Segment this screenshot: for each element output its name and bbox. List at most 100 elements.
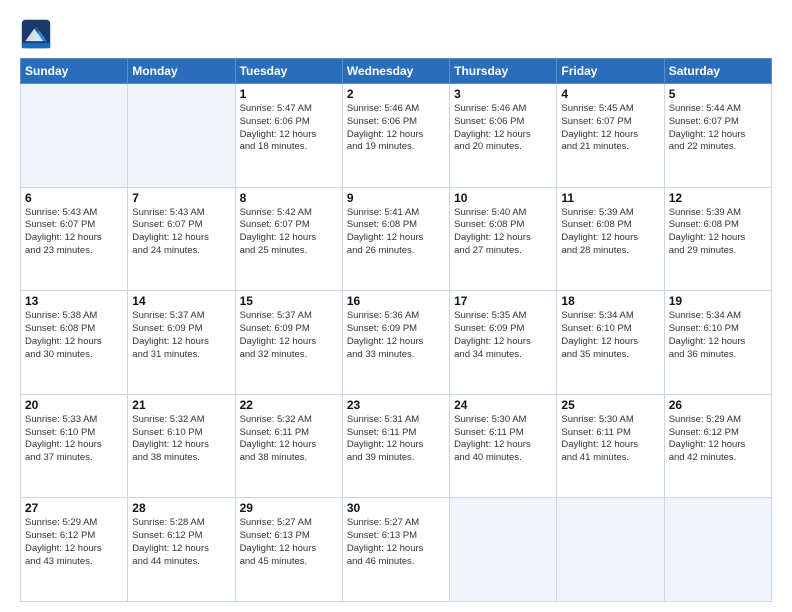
day-number: 1	[240, 87, 338, 101]
calendar-cell: 18 Sunrise: 5:34 AMSunset: 6:10 PMDayligh…	[557, 291, 664, 395]
cell-info: Sunrise: 5:43 AMSunset: 6:07 PMDaylight:…	[132, 207, 230, 258]
cell-info: Sunrise: 5:47 AMSunset: 6:06 PMDaylight:…	[240, 103, 338, 154]
day-number: 30	[347, 501, 445, 515]
calendar-cell: 21Sunrise: 5:32 AMSunset: 6:10 PMDayligh…	[128, 394, 235, 498]
day-number: 22	[240, 398, 338, 412]
week-row-2: 6 Sunrise: 5:43 AMSunset: 6:07 PMDaylight…	[21, 187, 772, 291]
calendar-cell: 4 Sunrise: 5:45 AMSunset: 6:07 PMDaylight…	[557, 84, 664, 188]
cell-info: Sunrise: 5:34 AMSunset: 6:10 PMDaylight:…	[561, 310, 659, 361]
calendar-cell: 17 Sunrise: 5:35 AMSunset: 6:09 PMDayligh…	[450, 291, 557, 395]
day-number: 11	[561, 191, 659, 205]
day-number: 5	[669, 87, 767, 101]
calendar-cell: 7 Sunrise: 5:43 AMSunset: 6:07 PMDaylight…	[128, 187, 235, 291]
cell-info: Sunrise: 5:38 AMSunset: 6:08 PMDaylight:…	[25, 310, 123, 361]
header	[20, 18, 772, 50]
cell-info: Sunrise: 5:43 AMSunset: 6:07 PMDaylight:…	[25, 207, 123, 258]
cell-info: Sunrise: 5:37 AMSunset: 6:09 PMDaylight:…	[132, 310, 230, 361]
day-number: 12	[669, 191, 767, 205]
calendar-cell: 2 Sunrise: 5:46 AMSunset: 6:06 PMDaylight…	[342, 84, 449, 188]
day-number: 28	[132, 501, 230, 515]
week-row-4: 20 Sunrise: 5:33 AMSunset: 6:10 PMDayligh…	[21, 394, 772, 498]
week-row-5: 27 Sunrise: 5:29 AMSunset: 6:12 PMDayligh…	[21, 498, 772, 602]
cell-info: Sunrise: 5:45 AMSunset: 6:07 PMDaylight:…	[561, 103, 659, 154]
day-number: 14	[132, 294, 230, 308]
cell-info: Sunrise: 5:32 AMSunset: 6:11 PMDaylight:…	[240, 414, 338, 465]
day-number: 17	[454, 294, 552, 308]
calendar-cell: 9 Sunrise: 5:41 AMSunset: 6:08 PMDaylight…	[342, 187, 449, 291]
calendar-cell: 28 Sunrise: 5:28 AMSunset: 6:12 PMDayligh…	[128, 498, 235, 602]
cell-info: Sunrise: 5:41 AMSunset: 6:08 PMDaylight:…	[347, 207, 445, 258]
logo	[20, 18, 56, 50]
day-number: 18	[561, 294, 659, 308]
day-number: 25	[561, 398, 659, 412]
day-number: 16	[347, 294, 445, 308]
cell-info: Sunrise: 5:29 AMSunset: 6:12 PMDaylight:…	[669, 414, 767, 465]
weekday-tuesday: Tuesday	[235, 59, 342, 84]
cell-info: Sunrise: 5:34 AMSunset: 6:10 PMDaylight:…	[669, 310, 767, 361]
cell-info: Sunrise: 5:31 AMSunset: 6:11 PMDaylight:…	[347, 414, 445, 465]
calendar-cell	[450, 498, 557, 602]
weekday-thursday: Thursday	[450, 59, 557, 84]
calendar-cell: 26Sunrise: 5:29 AMSunset: 6:12 PMDayligh…	[664, 394, 771, 498]
week-row-1: 1 Sunrise: 5:47 AMSunset: 6:06 PMDaylight…	[21, 84, 772, 188]
day-number: 7	[132, 191, 230, 205]
day-number: 2	[347, 87, 445, 101]
calendar-cell: 15Sunrise: 5:37 AMSunset: 6:09 PMDayligh…	[235, 291, 342, 395]
cell-info: Sunrise: 5:27 AMSunset: 6:13 PMDaylight:…	[347, 517, 445, 568]
calendar-cell	[557, 498, 664, 602]
day-number: 4	[561, 87, 659, 101]
cell-info: Sunrise: 5:30 AMSunset: 6:11 PMDaylight:…	[454, 414, 552, 465]
day-number: 24	[454, 398, 552, 412]
cell-info: Sunrise: 5:40 AMSunset: 6:08 PMDaylight:…	[454, 207, 552, 258]
calendar-cell: 3Sunrise: 5:46 AMSunset: 6:06 PMDaylight…	[450, 84, 557, 188]
calendar-cell: 27 Sunrise: 5:29 AMSunset: 6:12 PMDayligh…	[21, 498, 128, 602]
weekday-sunday: Sunday	[21, 59, 128, 84]
cell-info: Sunrise: 5:35 AMSunset: 6:09 PMDaylight:…	[454, 310, 552, 361]
page: SundayMondayTuesdayWednesdayThursdayFrid…	[0, 0, 792, 612]
weekday-saturday: Saturday	[664, 59, 771, 84]
day-number: 10	[454, 191, 552, 205]
calendar-cell: 5 Sunrise: 5:44 AMSunset: 6:07 PMDaylight…	[664, 84, 771, 188]
calendar-cell: 11 Sunrise: 5:39 AMSunset: 6:08 PMDayligh…	[557, 187, 664, 291]
day-number: 13	[25, 294, 123, 308]
logo-icon	[20, 18, 52, 50]
calendar-cell: 12 Sunrise: 5:39 AMSunset: 6:08 PMDayligh…	[664, 187, 771, 291]
calendar-cell: 19 Sunrise: 5:34 AMSunset: 6:10 PMDayligh…	[664, 291, 771, 395]
weekday-header-row: SundayMondayTuesdayWednesdayThursdayFrid…	[21, 59, 772, 84]
calendar-cell	[21, 84, 128, 188]
calendar-cell	[664, 498, 771, 602]
calendar-cell: 8Sunrise: 5:42 AMSunset: 6:07 PMDaylight…	[235, 187, 342, 291]
day-number: 23	[347, 398, 445, 412]
cell-info: Sunrise: 5:44 AMSunset: 6:07 PMDaylight:…	[669, 103, 767, 154]
cell-info: Sunrise: 5:46 AMSunset: 6:06 PMDaylight:…	[347, 103, 445, 154]
calendar-cell: 24 Sunrise: 5:30 AMSunset: 6:11 PMDayligh…	[450, 394, 557, 498]
weekday-monday: Monday	[128, 59, 235, 84]
cell-info: Sunrise: 5:39 AMSunset: 6:08 PMDaylight:…	[561, 207, 659, 258]
day-number: 6	[25, 191, 123, 205]
calendar-cell: 10 Sunrise: 5:40 AMSunset: 6:08 PMDayligh…	[450, 187, 557, 291]
day-number: 9	[347, 191, 445, 205]
cell-info: Sunrise: 5:39 AMSunset: 6:08 PMDaylight:…	[669, 207, 767, 258]
calendar-cell: 1 Sunrise: 5:47 AMSunset: 6:06 PMDaylight…	[235, 84, 342, 188]
week-row-3: 13 Sunrise: 5:38 AMSunset: 6:08 PMDayligh…	[21, 291, 772, 395]
day-number: 29	[240, 501, 338, 515]
calendar-cell: 13 Sunrise: 5:38 AMSunset: 6:08 PMDayligh…	[21, 291, 128, 395]
calendar-cell: 22 Sunrise: 5:32 AMSunset: 6:11 PMDayligh…	[235, 394, 342, 498]
day-number: 21	[132, 398, 230, 412]
cell-info: Sunrise: 5:33 AMSunset: 6:10 PMDaylight:…	[25, 414, 123, 465]
calendar-cell: 30 Sunrise: 5:27 AMSunset: 6:13 PMDayligh…	[342, 498, 449, 602]
cell-info: Sunrise: 5:29 AMSunset: 6:12 PMDaylight:…	[25, 517, 123, 568]
calendar-cell: 14 Sunrise: 5:37 AMSunset: 6:09 PMDayligh…	[128, 291, 235, 395]
weekday-wednesday: Wednesday	[342, 59, 449, 84]
day-number: 27	[25, 501, 123, 515]
day-number: 19	[669, 294, 767, 308]
day-number: 8	[240, 191, 338, 205]
cell-info: Sunrise: 5:30 AMSunset: 6:11 PMDaylight:…	[561, 414, 659, 465]
calendar-table: SundayMondayTuesdayWednesdayThursdayFrid…	[20, 58, 772, 602]
day-number: 15	[240, 294, 338, 308]
cell-info: Sunrise: 5:27 AMSunset: 6:13 PMDaylight:…	[240, 517, 338, 568]
calendar-cell: 23 Sunrise: 5:31 AMSunset: 6:11 PMDayligh…	[342, 394, 449, 498]
day-number: 20	[25, 398, 123, 412]
cell-info: Sunrise: 5:36 AMSunset: 6:09 PMDaylight:…	[347, 310, 445, 361]
cell-info: Sunrise: 5:28 AMSunset: 6:12 PMDaylight:…	[132, 517, 230, 568]
